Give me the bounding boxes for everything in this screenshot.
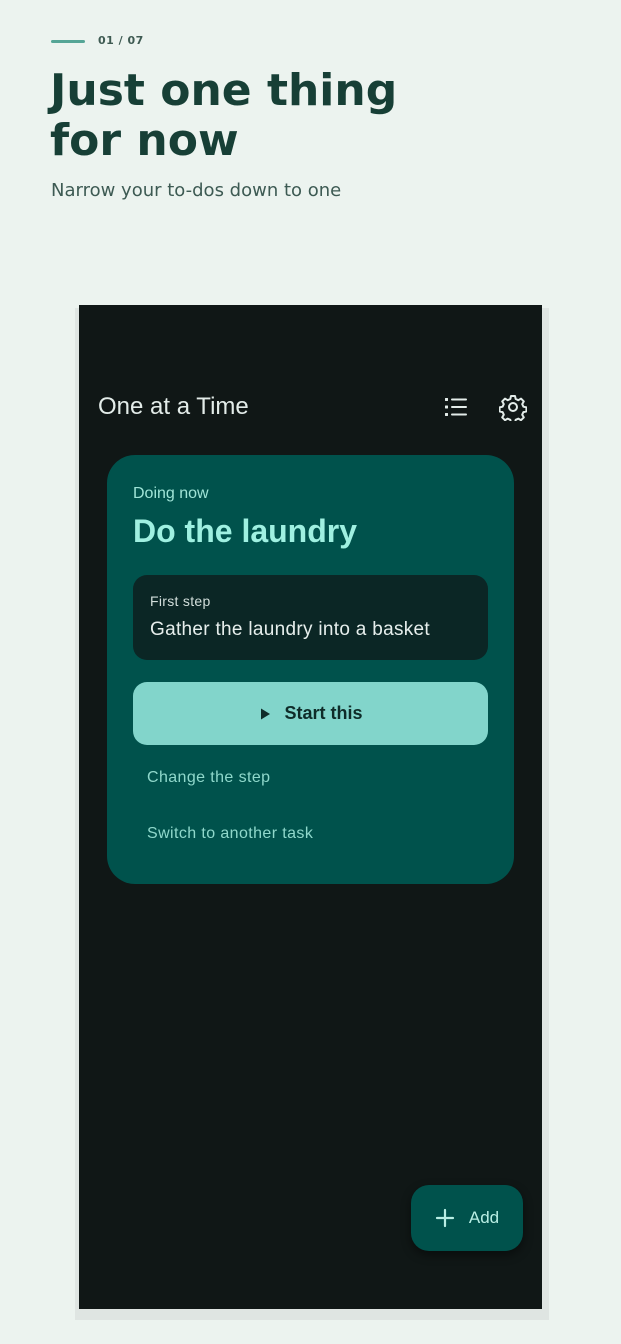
list-button[interactable] [443,393,471,421]
start-this-label: Start this [284,703,363,723]
change-step-link[interactable]: Change the step [147,769,270,787]
app-title: One at a Time [98,393,249,420]
add-label: Add [468,1208,500,1227]
plus-icon [435,1208,454,1228]
phone-screen: One at a Time Doing now Do the laundry F… [79,305,542,1309]
page-counter: 01 / 07 [98,34,144,47]
step-text: Gather the laundry into a basket [150,619,430,640]
promo-title: Just one thing for now [50,65,398,166]
task-title: Do the laundry [133,513,358,549]
current-task-card: Doing now Do the laundry First step Gath… [107,455,514,884]
gear-icon [498,395,528,424]
list-icon [445,398,467,416]
switch-task-link[interactable]: Switch to another task [147,825,313,843]
play-icon [261,708,271,719]
promo-accent-line [51,40,85,43]
first-step-box: First step Gather the laundry into a bas… [133,575,488,660]
doing-now-label: Doing now [133,485,209,502]
promo-subtitle: Narrow your to-dos down to one [51,180,342,201]
start-this-button[interactable]: Start this [133,682,488,745]
step-label: First step [150,593,211,609]
add-task-button[interactable]: Add [411,1185,523,1251]
settings-button[interactable] [498,393,528,424]
